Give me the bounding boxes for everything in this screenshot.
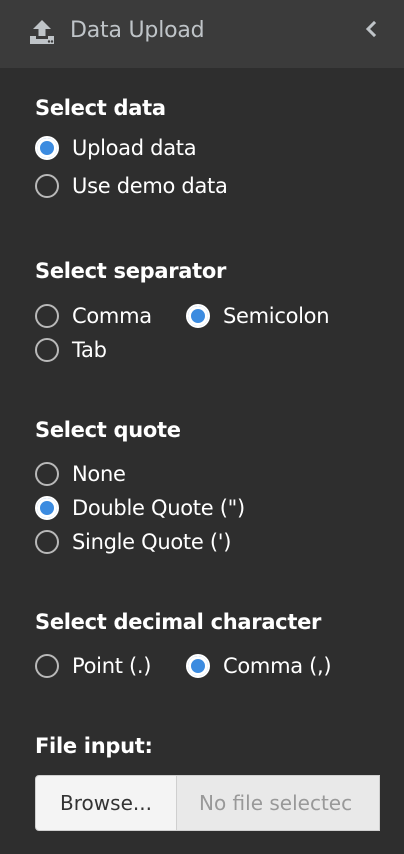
radio-label: Use demo data (72, 174, 228, 198)
radio-decimal-point[interactable]: Point (.) (35, 654, 151, 678)
radio-button-icon[interactable] (35, 462, 59, 486)
sidebar-panel: Data Upload Select data Upload data Use … (0, 0, 404, 854)
header-title: Data Upload (70, 18, 205, 43)
radio-button-icon[interactable] (35, 304, 59, 328)
radio-button-icon[interactable] (35, 136, 59, 160)
radio-separator-semicolon[interactable]: Semicolon (186, 304, 330, 328)
radio-quote-double[interactable]: Double Quote (") (35, 496, 245, 520)
chevron-left-icon[interactable] (364, 18, 378, 40)
radio-button-icon[interactable] (35, 530, 59, 554)
radio-use-demo-data[interactable]: Use demo data (35, 174, 228, 198)
radio-button-icon[interactable] (35, 654, 59, 678)
file-input[interactable]: Browse... No file selectec (35, 775, 380, 831)
radio-button-icon[interactable] (35, 338, 59, 362)
radio-quote-single[interactable]: Single Quote (') (35, 530, 231, 554)
select-separator-title: Select separator (35, 259, 227, 283)
radio-separator-comma[interactable]: Comma (35, 304, 152, 328)
radio-decimal-comma[interactable]: Comma (,) (186, 654, 332, 678)
radio-label: Semicolon (223, 304, 330, 328)
radio-label: None (72, 462, 126, 486)
browse-button[interactable]: Browse... (35, 775, 177, 831)
radio-separator-tab[interactable]: Tab (35, 338, 107, 362)
file-name-field[interactable]: No file selectec (177, 775, 380, 831)
radio-button-icon[interactable] (35, 174, 59, 198)
radio-button-icon[interactable] (186, 304, 210, 328)
radio-quote-none[interactable]: None (35, 462, 126, 486)
radio-label: Tab (72, 338, 107, 362)
sidebar-header[interactable]: Data Upload (0, 0, 404, 68)
file-input-title: File input: (35, 734, 153, 758)
radio-label: Point (.) (72, 654, 152, 678)
radio-button-icon[interactable] (186, 654, 210, 678)
select-data-title: Select data (35, 96, 166, 120)
select-decimal-title: Select decimal character (35, 610, 322, 634)
radio-label: Comma (,) (223, 654, 332, 678)
radio-label: Upload data (72, 136, 197, 160)
radio-button-icon[interactable] (35, 496, 59, 520)
radio-label: Comma (72, 304, 152, 328)
radio-label: Double Quote (") (72, 496, 245, 520)
radio-upload-data[interactable]: Upload data (35, 136, 197, 160)
radio-label: Single Quote (') (72, 530, 232, 554)
select-quote-title: Select quote (35, 418, 181, 442)
upload-icon (28, 19, 56, 45)
